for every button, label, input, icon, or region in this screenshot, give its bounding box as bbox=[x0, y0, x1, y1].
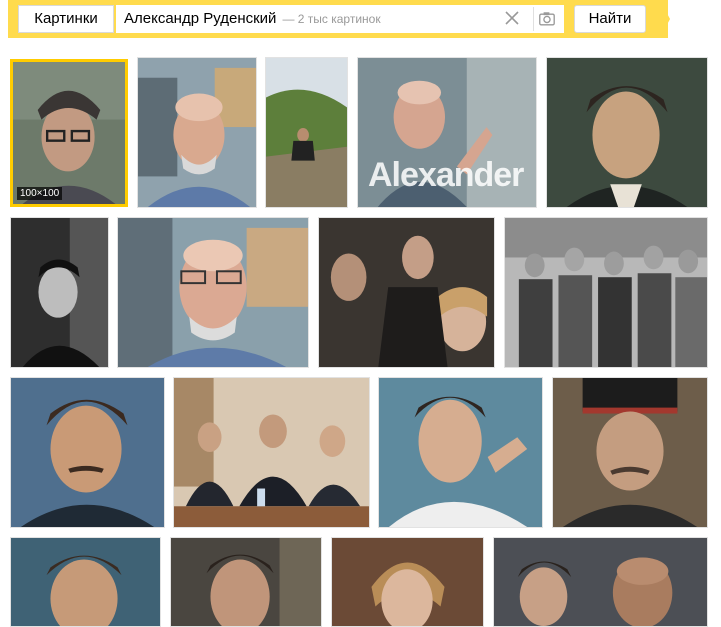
result-image-cossack-officer-cap[interactable] bbox=[552, 377, 708, 528]
result-image-officer-mustache-portrait[interactable] bbox=[10, 377, 165, 528]
image-caption-overlay: Alexander bbox=[368, 156, 524, 194]
camera-icon[interactable] bbox=[533, 7, 559, 31]
result-image-portrait-glasses-man[interactable]: 100×100 bbox=[10, 59, 128, 207]
result-image-film-still-group[interactable] bbox=[318, 217, 495, 368]
image-size-badge: 100×100 bbox=[17, 187, 63, 200]
result-count: — 2 тыс картинок bbox=[282, 12, 381, 26]
search-button[interactable]: Найти bbox=[574, 5, 646, 33]
photo bbox=[11, 538, 160, 626]
result-image-protest-crowd-bw[interactable] bbox=[504, 217, 708, 368]
result-image-two-men-film-still-bottom[interactable] bbox=[493, 537, 708, 627]
search-query-text: Александр Руденский bbox=[124, 10, 277, 27]
result-image-actress-closeup-bottom[interactable] bbox=[331, 537, 484, 627]
result-image-press-conference-panel[interactable] bbox=[173, 377, 370, 528]
photo bbox=[13, 62, 125, 204]
search-bar: Картинки Александр Руденский — 2 тыс карт… bbox=[8, 0, 668, 38]
search-input[interactable]: Александр Руденский — 2 тыс картинок bbox=[116, 5, 564, 33]
photo bbox=[138, 58, 256, 207]
photo bbox=[118, 218, 308, 367]
result-image-young-man-portrait-sepia[interactable] bbox=[546, 57, 708, 208]
result-image-man-gesturing-film-still[interactable] bbox=[378, 377, 543, 528]
photo bbox=[505, 218, 707, 367]
search-form: Картинки Александр Руденский — 2 тыс карт… bbox=[12, 4, 664, 34]
photo bbox=[332, 538, 483, 626]
result-image-scientist-lab-closeup[interactable] bbox=[117, 217, 309, 368]
photo bbox=[547, 58, 707, 207]
photo bbox=[319, 218, 494, 367]
photo bbox=[11, 378, 164, 527]
clear-icon[interactable] bbox=[504, 10, 520, 26]
photo bbox=[171, 538, 321, 626]
photo bbox=[11, 218, 108, 367]
result-image-young-man-bw-portrait[interactable] bbox=[10, 217, 109, 368]
result-image-scientist-lab-glasses[interactable] bbox=[137, 57, 257, 208]
searchbar-arrow bbox=[660, 0, 670, 38]
photo bbox=[266, 58, 347, 207]
result-image-speaker-with-caption[interactable]: Alexander bbox=[357, 57, 537, 208]
photo bbox=[379, 378, 542, 527]
result-image-actor-closeup-bottom-2[interactable] bbox=[170, 537, 322, 627]
tab-images[interactable]: Картинки bbox=[18, 5, 114, 33]
result-image-man-sitting-hillside[interactable] bbox=[265, 57, 348, 208]
photo bbox=[174, 378, 369, 527]
photo bbox=[553, 378, 707, 527]
result-image-actor-closeup-bottom-1[interactable] bbox=[10, 537, 161, 627]
photo bbox=[494, 538, 707, 626]
